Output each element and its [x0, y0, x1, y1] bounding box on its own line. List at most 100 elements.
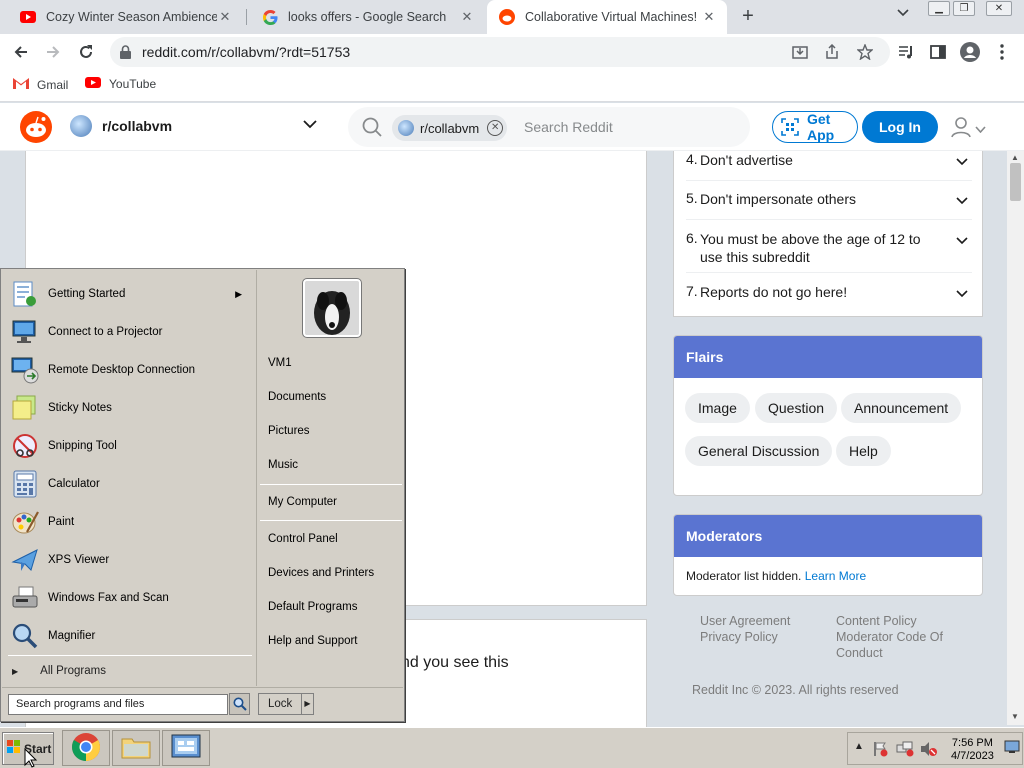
start-link-help-support[interactable]: Help and Support [268, 635, 358, 647]
footer-link[interactable]: Content Policy [836, 613, 917, 629]
start-item-snipping-tool[interactable]: Snipping Tool [10, 428, 250, 464]
search-icon[interactable] [229, 693, 250, 715]
close-tab-icon[interactable]: ✕ [701, 9, 717, 25]
start-link-default-programs[interactable]: Default Programs [268, 601, 357, 613]
taskbar-explorer[interactable] [112, 730, 160, 766]
show-hidden-icons-icon[interactable]: ▲ [854, 741, 864, 752]
flair-chip[interactable]: Question [755, 393, 838, 423]
windows-logo-icon [7, 740, 21, 757]
tab-title: looks offers - Google Search [288, 10, 447, 24]
start-link-my-computer[interactable]: My Computer [268, 496, 337, 508]
tab-collabvm-reddit[interactable]: Collaborative Virtual Machines! ✕ [487, 0, 727, 34]
scroll-up-arrow-icon[interactable]: ▲ [1011, 153, 1019, 162]
start-item-projector[interactable]: Connect to a Projector [10, 314, 250, 350]
start-item-label: Remote Desktop Connection [48, 364, 196, 376]
bookmark-youtube[interactable]: YouTube [85, 77, 156, 91]
footer-link[interactable]: User Agreement [700, 613, 790, 629]
scroll-down-arrow-icon[interactable]: ▼ [1011, 712, 1019, 721]
start-item-magnifier[interactable]: Magnifier [10, 618, 250, 654]
taskbar: Start ▲ 7:56 PM 4/7/2023 [0, 727, 1024, 768]
start-item-xps-viewer[interactable]: XPS Viewer [10, 542, 250, 578]
share-icon[interactable] [822, 42, 842, 62]
start-item-fax-scan[interactable]: Windows Fax and Scan [10, 580, 250, 616]
user-menu[interactable] [950, 116, 986, 141]
back-arrow-icon[interactable] [9, 40, 33, 64]
new-tab-button[interactable]: + [737, 4, 759, 28]
close-window-button[interactable]: ✕ [986, 1, 1012, 16]
rule-item[interactable]: 4. Don't advertise [686, 151, 972, 181]
reload-icon[interactable] [74, 40, 98, 64]
start-link-music[interactable]: Music [268, 459, 298, 471]
action-center-icon[interactable] [872, 741, 888, 760]
chevron-down-icon [956, 153, 968, 169]
start-item-getting-started[interactable]: Getting Started ▶ [10, 276, 250, 312]
flair-chip[interactable]: Image [685, 393, 750, 423]
tab-youtube[interactable]: Cozy Winter Season Ambience - ✕ [8, 0, 243, 34]
start-item-label: Getting Started [48, 288, 126, 300]
flairs-heading: Flairs [674, 336, 982, 378]
restore-button[interactable]: ❐ [953, 1, 975, 16]
start-link-devices-printers[interactable]: Devices and Printers [268, 567, 374, 579]
network-icon[interactable] [896, 741, 914, 760]
close-tab-icon[interactable]: ✕ [459, 9, 475, 25]
install-app-icon[interactable] [790, 42, 810, 62]
bookmark-gmail[interactable]: Gmail [13, 77, 68, 92]
reddit-logo-icon[interactable] [20, 111, 52, 143]
bookmark-star-icon[interactable] [855, 42, 875, 62]
system-tray: ▲ 7:56 PM 4/7/2023 [847, 732, 1023, 765]
start-item-remote-desktop[interactable]: Remote Desktop Connection [10, 352, 250, 388]
taskbar-control-panel[interactable] [162, 730, 210, 766]
power-options-arrow-icon[interactable]: ▶ [301, 693, 314, 715]
tab-title: Cozy Winter Season Ambience - [46, 10, 217, 24]
footer-link[interactable]: Moderator Code Of Conduct [836, 629, 966, 661]
minimize-button[interactable]: ▁ [928, 1, 950, 16]
start-link-vm1[interactable]: VM1 [268, 357, 292, 369]
get-app-button[interactable]: Get App [772, 111, 858, 143]
learn-more-link[interactable]: Learn More [805, 569, 866, 583]
taskbar-chrome[interactable] [62, 730, 110, 766]
flair-chip[interactable]: Help [836, 436, 891, 466]
user-avatar[interactable] [303, 279, 361, 337]
page-scrollbar[interactable]: ▲ ▼ [1007, 151, 1024, 725]
clear-chip-icon[interactable]: ✕ [487, 120, 504, 136]
copyright-text: Reddit Inc © 2023. All rights reserved [692, 683, 899, 697]
clock[interactable]: 7:56 PM 4/7/2023 [951, 737, 994, 763]
start-item-label: Windows Fax and Scan [48, 592, 169, 604]
lock-button[interactable]: Lock [258, 693, 302, 715]
all-programs-button[interactable]: ▶ All Programs [12, 665, 106, 677]
start-link-documents[interactable]: Documents [268, 391, 326, 403]
start-link-pictures[interactable]: Pictures [268, 425, 310, 437]
close-tab-icon[interactable]: ✕ [217, 9, 233, 25]
start-item-paint[interactable]: Paint [10, 504, 250, 540]
side-panel-icon[interactable] [926, 40, 950, 64]
start-search-input[interactable]: Search programs and files [8, 694, 228, 715]
forward-arrow-icon[interactable] [41, 40, 65, 64]
rule-item[interactable]: 5. Don't impersonate others [686, 190, 972, 220]
profile-icon[interactable] [958, 40, 982, 64]
start-item-sticky-notes[interactable]: Sticky Notes [10, 390, 250, 426]
remote-desktop-icon [10, 355, 40, 385]
chevron-down-icon[interactable] [303, 117, 317, 132]
tab-search-chevron-icon[interactable] [897, 8, 909, 20]
xps-viewer-icon [10, 545, 40, 575]
login-button[interactable]: Log In [862, 111, 938, 143]
start-item-calculator[interactable]: Calculator [10, 466, 250, 502]
tab-google-search[interactable]: looks offers - Google Search ✕ [250, 0, 485, 34]
footer-link[interactable]: Privacy Policy [700, 629, 778, 645]
media-controls-icon[interactable] [894, 40, 918, 64]
flair-chip[interactable]: General Discussion [685, 436, 833, 466]
flair-chip[interactable]: Announcement [841, 393, 962, 423]
fax-scan-icon [10, 583, 40, 613]
rule-item[interactable]: 6. You must be above the age of 12 to us… [686, 230, 972, 273]
search-scope-chip[interactable]: r/collabvm ✕ [392, 115, 508, 141]
show-desktop-icon[interactable] [1004, 740, 1020, 757]
address-bar[interactable]: reddit.com/r/collabvm/?rdt=51753 [110, 37, 890, 67]
kebab-menu-icon[interactable] [990, 40, 1014, 64]
subreddit-selector[interactable]: r/collabvm [70, 115, 172, 137]
reddit-search-bar[interactable]: r/collabvm ✕ Search Reddit [348, 107, 750, 147]
scrollbar-thumb[interactable] [1010, 163, 1021, 201]
volume-muted-icon[interactable] [920, 741, 938, 760]
rule-item[interactable]: 7. Reports do not go here! [686, 283, 972, 313]
start-link-control-panel[interactable]: Control Panel [268, 533, 338, 545]
chevron-down-icon [975, 121, 986, 136]
